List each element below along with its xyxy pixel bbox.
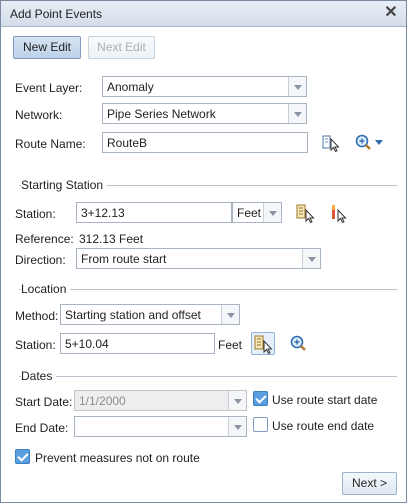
use-route-start-date-label: Use route start date — [272, 393, 378, 407]
network-select[interactable]: Pipe Series Network — [102, 103, 307, 124]
route-name-value: RouteB — [107, 136, 148, 150]
end-date-label: End Date: — [15, 421, 69, 435]
reference-value: 312.13 Feet — [79, 232, 144, 246]
close-icon[interactable]: ✕ — [382, 4, 400, 22]
add-point-events-dialog: Add Point Events ✕ New Edit Next Edit Ev… — [0, 0, 407, 503]
chevron-down-icon[interactable] — [228, 391, 246, 410]
prevent-measures-label: Prevent measures not on route — [35, 451, 200, 465]
zoom-to-route-icon[interactable] — [354, 132, 386, 154]
location-station-label: Station: — [15, 338, 56, 352]
location-units-label: Feet — [218, 338, 243, 352]
network-label: Network: — [15, 108, 63, 122]
route-name-label: Route Name: — [15, 137, 86, 151]
start-date-value: 1/1/2000 — [79, 394, 126, 408]
event-layer-label: Event Layer: — [15, 81, 83, 95]
direction-select[interactable]: From route start — [76, 248, 321, 269]
event-layer-value: Anomaly — [107, 80, 154, 94]
dialog-title: Add Point Events — [10, 7, 103, 21]
method-value: Starting station and offset — [65, 308, 201, 322]
select-station-on-map-icon[interactable] — [295, 202, 317, 224]
location-station-value: 5+10.04 — [65, 337, 109, 351]
zoom-to-location-icon[interactable] — [288, 333, 310, 355]
direction-value: From route start — [81, 252, 167, 266]
chevron-down-icon[interactable] — [288, 104, 306, 123]
starting-station-header: Starting Station — [21, 178, 108, 192]
use-route-end-date-checkbox[interactable] — [253, 417, 268, 432]
dates-section-header: Dates — [11, 369, 397, 383]
location-section-header: Location — [11, 282, 397, 296]
direction-label: Direction: — [15, 253, 66, 267]
chevron-down-icon[interactable] — [288, 77, 306, 96]
route-name-input[interactable]: RouteB — [102, 132, 308, 153]
next-edit-button[interactable]: Next Edit — [88, 36, 155, 59]
end-date-picker[interactable] — [74, 416, 247, 437]
title-bar: Add Point Events ✕ — [1, 1, 406, 27]
start-date-label: Start Date: — [15, 395, 73, 409]
location-station-input[interactable]: 5+10.04 — [60, 333, 215, 354]
prevent-measures-checkbox[interactable] — [15, 449, 30, 464]
network-value: Pipe Series Network — [107, 107, 216, 121]
starting-station-value: 3+12.13 — [81, 206, 125, 220]
chevron-down-icon[interactable] — [228, 417, 246, 436]
select-location-station-on-map-icon[interactable] — [251, 332, 275, 355]
new-edit-button[interactable]: New Edit — [13, 36, 81, 59]
method-select[interactable]: Starting station and offset — [60, 304, 240, 325]
starting-station-units-value: Feet — [237, 206, 262, 220]
next-button[interactable]: Next > — [342, 472, 397, 495]
chevron-down-icon[interactable] — [221, 305, 239, 324]
starting-station-units-select[interactable]: Feet — [232, 202, 282, 223]
start-date-picker[interactable]: 1/1/2000 — [74, 390, 247, 411]
select-route-on-map-icon[interactable] — [321, 132, 343, 154]
chevron-down-icon[interactable] — [302, 249, 320, 268]
starting-station-section-header: Starting Station — [11, 178, 397, 192]
reference-label: Reference: — [15, 232, 74, 246]
select-measure-on-map-icon[interactable] — [329, 202, 351, 224]
method-label: Method: — [15, 309, 59, 323]
use-route-end-date-label: Use route end date — [272, 419, 375, 433]
dates-header: Dates — [21, 369, 57, 383]
chevron-down-icon[interactable] — [263, 203, 281, 222]
starting-station-label: Station: — [15, 207, 56, 221]
use-route-start-date-checkbox[interactable] — [253, 391, 268, 406]
location-header: Location — [21, 282, 71, 296]
event-layer-select[interactable]: Anomaly — [102, 76, 307, 97]
starting-station-input[interactable]: 3+12.13 — [76, 202, 232, 223]
